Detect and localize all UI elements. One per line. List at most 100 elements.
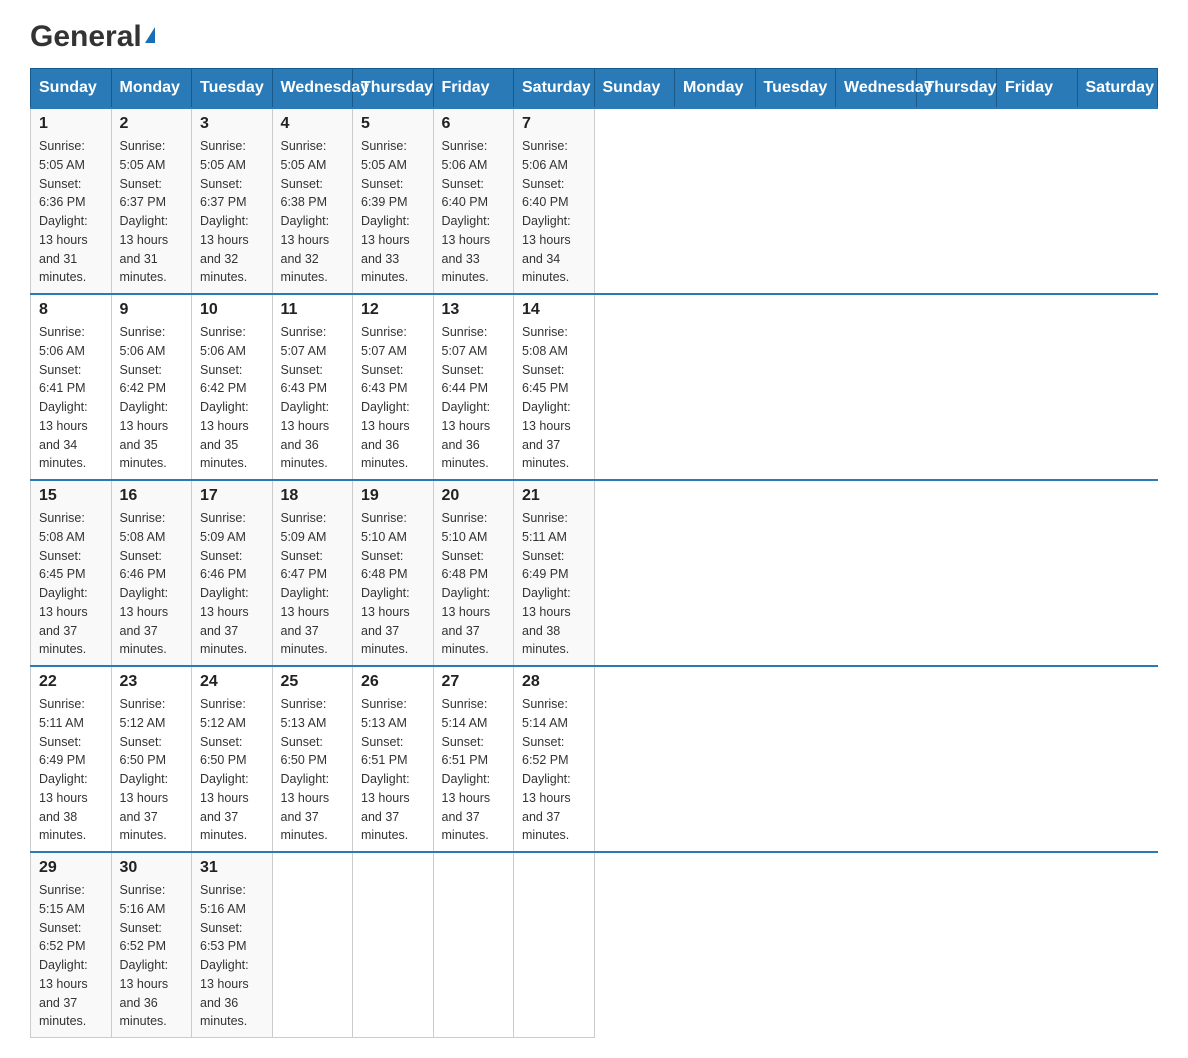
weekday-header-sunday: Sunday	[31, 69, 112, 109]
calendar-week-row: 8 Sunrise: 5:06 AMSunset: 6:41 PMDayligh…	[31, 294, 1158, 480]
calendar-cell: 9 Sunrise: 5:06 AMSunset: 6:42 PMDayligh…	[111, 294, 192, 480]
weekday-header-saturday: Saturday	[1077, 69, 1158, 109]
calendar-cell: 31 Sunrise: 5:16 AMSunset: 6:53 PMDaylig…	[192, 852, 273, 1038]
day-info: Sunrise: 5:12 AMSunset: 6:50 PMDaylight:…	[120, 695, 184, 845]
day-info: Sunrise: 5:16 AMSunset: 6:53 PMDaylight:…	[200, 881, 264, 1031]
day-number: 13	[442, 301, 506, 319]
day-info: Sunrise: 5:07 AMSunset: 6:43 PMDaylight:…	[281, 323, 345, 473]
weekday-header-monday: Monday	[675, 69, 756, 109]
calendar-cell	[433, 852, 514, 1038]
calendar-cell: 15 Sunrise: 5:08 AMSunset: 6:45 PMDaylig…	[31, 480, 112, 666]
day-number: 25	[281, 673, 345, 691]
logo-general: General	[30, 20, 142, 54]
day-number: 15	[39, 487, 103, 505]
day-info: Sunrise: 5:14 AMSunset: 6:51 PMDaylight:…	[442, 695, 506, 845]
calendar-cell: 22 Sunrise: 5:11 AMSunset: 6:49 PMDaylig…	[31, 666, 112, 852]
day-info: Sunrise: 5:10 AMSunset: 6:48 PMDaylight:…	[361, 509, 425, 659]
day-info: Sunrise: 5:11 AMSunset: 6:49 PMDaylight:…	[39, 695, 103, 845]
calendar-week-row: 1 Sunrise: 5:05 AMSunset: 6:36 PMDayligh…	[31, 108, 1158, 294]
calendar-week-row: 15 Sunrise: 5:08 AMSunset: 6:45 PMDaylig…	[31, 480, 1158, 666]
day-info: Sunrise: 5:08 AMSunset: 6:45 PMDaylight:…	[39, 509, 103, 659]
day-info: Sunrise: 5:05 AMSunset: 6:39 PMDaylight:…	[361, 137, 425, 287]
weekday-header-thursday: Thursday	[353, 69, 434, 109]
day-info: Sunrise: 5:06 AMSunset: 6:40 PMDaylight:…	[442, 137, 506, 287]
calendar-cell: 14 Sunrise: 5:08 AMSunset: 6:45 PMDaylig…	[514, 294, 595, 480]
day-info: Sunrise: 5:05 AMSunset: 6:37 PMDaylight:…	[120, 137, 184, 287]
weekday-header-friday: Friday	[997, 69, 1078, 109]
calendar-cell: 4 Sunrise: 5:05 AMSunset: 6:38 PMDayligh…	[272, 108, 353, 294]
day-info: Sunrise: 5:05 AMSunset: 6:36 PMDaylight:…	[39, 137, 103, 287]
calendar-week-row: 22 Sunrise: 5:11 AMSunset: 6:49 PMDaylig…	[31, 666, 1158, 852]
calendar-cell: 18 Sunrise: 5:09 AMSunset: 6:47 PMDaylig…	[272, 480, 353, 666]
day-info: Sunrise: 5:14 AMSunset: 6:52 PMDaylight:…	[522, 695, 586, 845]
day-info: Sunrise: 5:12 AMSunset: 6:50 PMDaylight:…	[200, 695, 264, 845]
day-number: 12	[361, 301, 425, 319]
day-info: Sunrise: 5:06 AMSunset: 6:42 PMDaylight:…	[120, 323, 184, 473]
calendar-cell: 19 Sunrise: 5:10 AMSunset: 6:48 PMDaylig…	[353, 480, 434, 666]
logo-triangle-icon	[145, 27, 155, 43]
calendar-cell: 6 Sunrise: 5:06 AMSunset: 6:40 PMDayligh…	[433, 108, 514, 294]
day-number: 23	[120, 673, 184, 691]
logo: General	[30, 20, 155, 50]
calendar-cell: 21 Sunrise: 5:11 AMSunset: 6:49 PMDaylig…	[514, 480, 595, 666]
calendar-cell: 28 Sunrise: 5:14 AMSunset: 6:52 PMDaylig…	[514, 666, 595, 852]
day-number: 5	[361, 115, 425, 133]
day-info: Sunrise: 5:06 AMSunset: 6:41 PMDaylight:…	[39, 323, 103, 473]
day-info: Sunrise: 5:09 AMSunset: 6:47 PMDaylight:…	[281, 509, 345, 659]
calendar-cell: 25 Sunrise: 5:13 AMSunset: 6:50 PMDaylig…	[272, 666, 353, 852]
day-number: 22	[39, 673, 103, 691]
day-info: Sunrise: 5:16 AMSunset: 6:52 PMDaylight:…	[120, 881, 184, 1031]
day-number: 30	[120, 859, 184, 877]
day-info: Sunrise: 5:09 AMSunset: 6:46 PMDaylight:…	[200, 509, 264, 659]
calendar-cell: 2 Sunrise: 5:05 AMSunset: 6:37 PMDayligh…	[111, 108, 192, 294]
day-number: 21	[522, 487, 586, 505]
day-number: 3	[200, 115, 264, 133]
calendar-cell: 13 Sunrise: 5:07 AMSunset: 6:44 PMDaylig…	[433, 294, 514, 480]
day-info: Sunrise: 5:05 AMSunset: 6:37 PMDaylight:…	[200, 137, 264, 287]
day-number: 24	[200, 673, 264, 691]
day-number: 9	[120, 301, 184, 319]
calendar-cell: 16 Sunrise: 5:08 AMSunset: 6:46 PMDaylig…	[111, 480, 192, 666]
calendar-header-row: SundayMondayTuesdayWednesdayThursdayFrid…	[31, 69, 1158, 109]
day-number: 7	[522, 115, 586, 133]
day-number: 19	[361, 487, 425, 505]
day-number: 11	[281, 301, 345, 319]
day-number: 17	[200, 487, 264, 505]
day-info: Sunrise: 5:13 AMSunset: 6:51 PMDaylight:…	[361, 695, 425, 845]
day-number: 4	[281, 115, 345, 133]
day-number: 27	[442, 673, 506, 691]
day-number: 2	[120, 115, 184, 133]
calendar-cell: 29 Sunrise: 5:15 AMSunset: 6:52 PMDaylig…	[31, 852, 112, 1038]
day-number: 18	[281, 487, 345, 505]
day-number: 16	[120, 487, 184, 505]
calendar-table: SundayMondayTuesdayWednesdayThursdayFrid…	[30, 68, 1158, 1038]
calendar-cell: 12 Sunrise: 5:07 AMSunset: 6:43 PMDaylig…	[353, 294, 434, 480]
day-number: 14	[522, 301, 586, 319]
calendar-cell: 7 Sunrise: 5:06 AMSunset: 6:40 PMDayligh…	[514, 108, 595, 294]
day-info: Sunrise: 5:08 AMSunset: 6:46 PMDaylight:…	[120, 509, 184, 659]
day-info: Sunrise: 5:08 AMSunset: 6:45 PMDaylight:…	[522, 323, 586, 473]
calendar-cell: 5 Sunrise: 5:05 AMSunset: 6:39 PMDayligh…	[353, 108, 434, 294]
day-info: Sunrise: 5:10 AMSunset: 6:48 PMDaylight:…	[442, 509, 506, 659]
page-header: General	[30, 20, 1158, 50]
calendar-cell: 11 Sunrise: 5:07 AMSunset: 6:43 PMDaylig…	[272, 294, 353, 480]
calendar-cell: 27 Sunrise: 5:14 AMSunset: 6:51 PMDaylig…	[433, 666, 514, 852]
calendar-cell: 8 Sunrise: 5:06 AMSunset: 6:41 PMDayligh…	[31, 294, 112, 480]
calendar-cell: 24 Sunrise: 5:12 AMSunset: 6:50 PMDaylig…	[192, 666, 273, 852]
calendar-cell: 17 Sunrise: 5:09 AMSunset: 6:46 PMDaylig…	[192, 480, 273, 666]
weekday-header-sunday: Sunday	[594, 69, 675, 109]
calendar-cell: 1 Sunrise: 5:05 AMSunset: 6:36 PMDayligh…	[31, 108, 112, 294]
calendar-cell: 20 Sunrise: 5:10 AMSunset: 6:48 PMDaylig…	[433, 480, 514, 666]
day-info: Sunrise: 5:06 AMSunset: 6:42 PMDaylight:…	[200, 323, 264, 473]
day-number: 1	[39, 115, 103, 133]
weekday-header-friday: Friday	[433, 69, 514, 109]
day-info: Sunrise: 5:06 AMSunset: 6:40 PMDaylight:…	[522, 137, 586, 287]
calendar-week-row: 29 Sunrise: 5:15 AMSunset: 6:52 PMDaylig…	[31, 852, 1158, 1038]
day-info: Sunrise: 5:07 AMSunset: 6:44 PMDaylight:…	[442, 323, 506, 473]
day-info: Sunrise: 5:07 AMSunset: 6:43 PMDaylight:…	[361, 323, 425, 473]
day-number: 31	[200, 859, 264, 877]
day-number: 10	[200, 301, 264, 319]
weekday-header-tuesday: Tuesday	[192, 69, 273, 109]
calendar-cell: 3 Sunrise: 5:05 AMSunset: 6:37 PMDayligh…	[192, 108, 273, 294]
day-info: Sunrise: 5:11 AMSunset: 6:49 PMDaylight:…	[522, 509, 586, 659]
